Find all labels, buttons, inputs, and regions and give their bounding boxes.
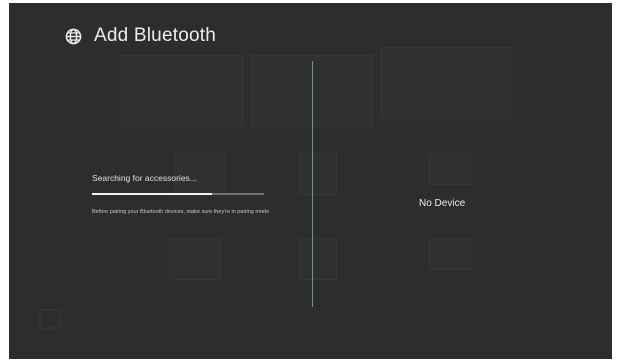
bluetooth-screen: Add Bluetooth Searching for accessories.… (9, 3, 612, 359)
page-header: Add Bluetooth (65, 25, 216, 47)
search-progress-bar (92, 193, 264, 195)
page-title: Add Bluetooth (94, 25, 216, 46)
search-status: Searching for accessories... (92, 173, 197, 183)
background-tile (299, 238, 337, 280)
background-tile (169, 238, 221, 280)
globe-icon (65, 28, 82, 45)
search-panel: Searching for accessories... Before pair… (92, 173, 277, 216)
pairing-hint: Before pairing your Bluetooth devices, m… (92, 209, 270, 215)
search-progress-fill (92, 193, 213, 195)
background-tile (121, 55, 243, 127)
background-tile (299, 153, 337, 195)
pane-divider (312, 61, 313, 307)
background-tile (429, 153, 471, 185)
background-tile (381, 47, 511, 119)
no-device-label: No Device (419, 198, 466, 209)
background-tile (39, 309, 61, 329)
background-tile (429, 238, 471, 270)
